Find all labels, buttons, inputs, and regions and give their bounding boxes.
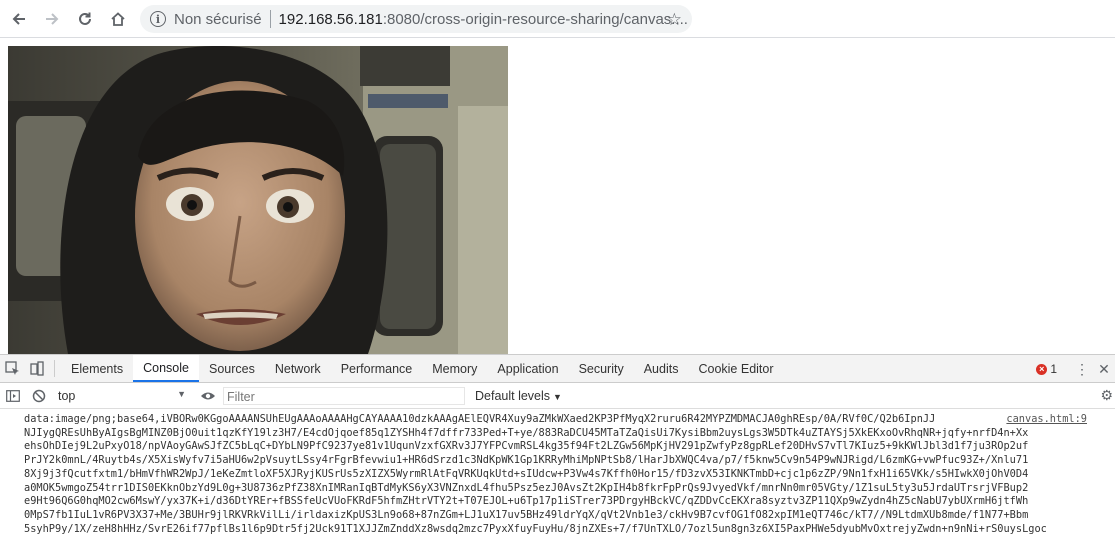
console-settings-gear-icon[interactable]: ⚙ (1100, 387, 1113, 404)
devtools-panel: Elements Console Sources Network Performance… (0, 354, 1115, 541)
tab-cookie-editor[interactable]: Cookie Editor (688, 355, 783, 382)
reload-icon (79, 12, 91, 25)
devtools-tab-list: Elements Console Sources Network Performance… (61, 355, 784, 382)
close-devtools-icon[interactable]: ✕ (1093, 361, 1115, 378)
devtools-tabbar: Elements Console Sources Network Performance… (0, 355, 1115, 383)
page-content (0, 39, 1115, 354)
tab-divider (54, 360, 55, 377)
tab-security[interactable]: Security (569, 355, 634, 382)
back-arrow-icon (12, 12, 25, 25)
chevron-down-icon: ▼ (553, 391, 562, 402)
address-bar[interactable]: i Non sécurisé 192.168.56.181 :8080/cros… (140, 5, 692, 33)
reload-button[interactable] (71, 5, 99, 33)
console-filter-input[interactable]: Filter (222, 385, 466, 406)
console-output: data:image/png;base64,iVBORw0KGgoAAAANSU… (0, 409, 1115, 536)
console-output-line: PrJY2k0mnL/4Ruytb4s/X5XisWyfv7i5aHU6w2pV… (24, 454, 1029, 467)
tab-console[interactable]: Console (133, 355, 199, 382)
clear-console-icon[interactable] (26, 389, 52, 403)
tab-memory[interactable]: Memory (422, 355, 487, 382)
browser-toolbar: i Non sécurisé 192.168.56.181 :8080/cros… (0, 0, 1115, 38)
error-counter[interactable]: × 1 (1036, 362, 1057, 376)
console-output-line: 5syhP9y/1X/zeH8hHHz/SvrE26if77pflBs1l6p9… (24, 522, 1047, 535)
console-output-line: a0MOK5wmgoZ54trr1DIS0EKknObzYd9L0g+3U873… (24, 481, 1029, 494)
tab-performance[interactable]: Performance (331, 355, 423, 382)
console-output-line: e9Ht96Q6G0hqMO2cw6MswY/yx37K+i/d36DtYREr… (24, 495, 1029, 508)
tab-elements[interactable]: Elements (61, 355, 133, 382)
device-toolbar-icon[interactable] (24, 355, 48, 382)
inspect-element-icon[interactable] (0, 355, 24, 382)
portrait-photo (8, 46, 508, 354)
console-output-line: NJIygQREsUhByAIgsBgMINZ0BjO0uit1qzKfY19l… (24, 426, 1029, 439)
forward-arrow-icon (46, 12, 59, 25)
home-button[interactable] (104, 5, 132, 33)
live-expression-eye-icon[interactable] (194, 391, 222, 401)
tab-application[interactable]: Application (487, 355, 568, 382)
info-icon[interactable]: i (150, 11, 166, 27)
tab-sources[interactable]: Sources (199, 355, 265, 382)
tab-audits[interactable]: Audits (634, 355, 689, 382)
console-output-line: 0MpS7fb1IuL1vR6PV3X37+Me/3BUHr9jlRKVRkVi… (24, 508, 1029, 521)
error-count: 1 (1050, 362, 1057, 376)
console-output-line: ehsOhDIej9L2uPxyO18/npVAoyGAwSJfZC5bLqC+… (24, 440, 1029, 453)
home-icon (111, 11, 125, 26)
back-button[interactable] (5, 5, 33, 33)
forward-button[interactable] (38, 5, 66, 33)
context-selector[interactable]: top ▼ (58, 389, 194, 403)
console-toolbar: top ▼ Filter Default levels ▼ ⚙ (0, 383, 1115, 409)
bookmark-star-icon[interactable]: ☆ (667, 10, 682, 30)
console-message: data:image/png;base64,iVBORw0KGgoAAAANSU… (24, 413, 1115, 536)
tab-network[interactable]: Network (265, 355, 331, 382)
chevron-down-icon: ▼ (177, 388, 186, 399)
console-output-line: 8Xj9j3fQcutfxtm1/bHmVfhWR2WpJ/1eKeZmtloX… (24, 467, 1029, 480)
sidebar-toggle-icon[interactable] (0, 389, 26, 402)
url-host: 192.168.56.181 (278, 10, 383, 28)
log-levels-label: Default levels (475, 388, 551, 403)
devtools-tabbar-right: × 1 ⋮ ✕ (1036, 355, 1115, 383)
error-icon: × (1036, 363, 1048, 375)
more-options-icon[interactable]: ⋮ (1071, 361, 1093, 378)
source-link[interactable]: canvas.html:9 (1000, 413, 1087, 427)
log-levels-dropdown[interactable]: Default levels ▼ (475, 389, 562, 403)
address-separator (269, 10, 271, 28)
context-value: top (58, 388, 76, 403)
security-status-label[interactable]: Non sécurisé (174, 11, 262, 28)
url-path: :8080/cross-origin-resource-sharing/canv… (382, 10, 688, 28)
canvas-image (8, 46, 508, 354)
console-output-line: data:image/png;base64,iVBORw0KGgoAAAANSU… (24, 413, 936, 425)
